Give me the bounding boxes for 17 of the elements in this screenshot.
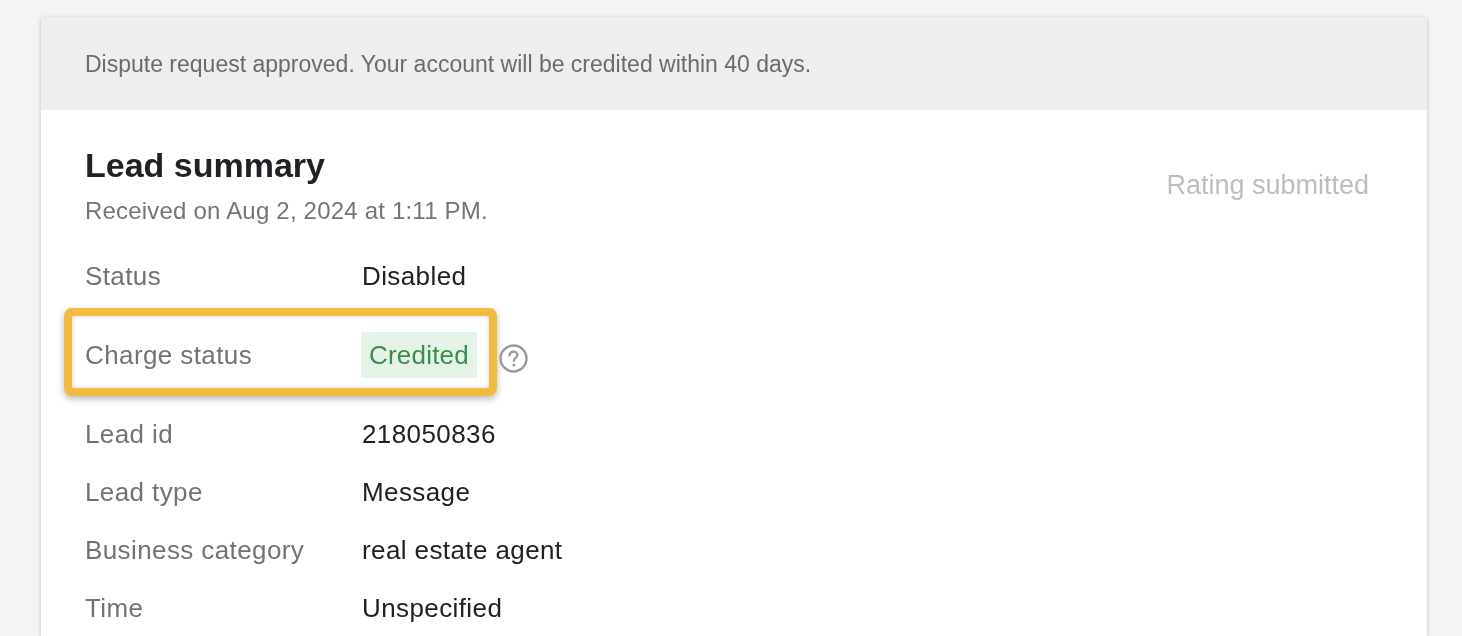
help-icon[interactable] [498, 343, 528, 373]
field-label: Business category [85, 534, 306, 566]
received-date-text: Received on Aug 2, 2024 at 1:11 PM. [85, 197, 488, 225]
field-value: Unspecified [362, 592, 503, 624]
dispute-approved-message: Dispute request approved. Your account will be credited within 40 days. [85, 49, 812, 78]
rating-submitted-text: Rating submitted [1166, 168, 1369, 202]
field-label: Charge status [85, 339, 254, 371]
status-chip: Credited [361, 332, 477, 378]
lead-summary-title: Lead summary [85, 145, 326, 185]
field-value: Message [362, 476, 471, 508]
field-value: 218050836 [362, 418, 496, 450]
field-label: Lead id [85, 418, 175, 450]
field-label: Status [85, 260, 163, 292]
field-label: Time [85, 592, 145, 624]
field-value: Disabled [362, 260, 467, 292]
field-label: Lead type [85, 476, 204, 508]
field-value: real estate agent [362, 534, 563, 566]
